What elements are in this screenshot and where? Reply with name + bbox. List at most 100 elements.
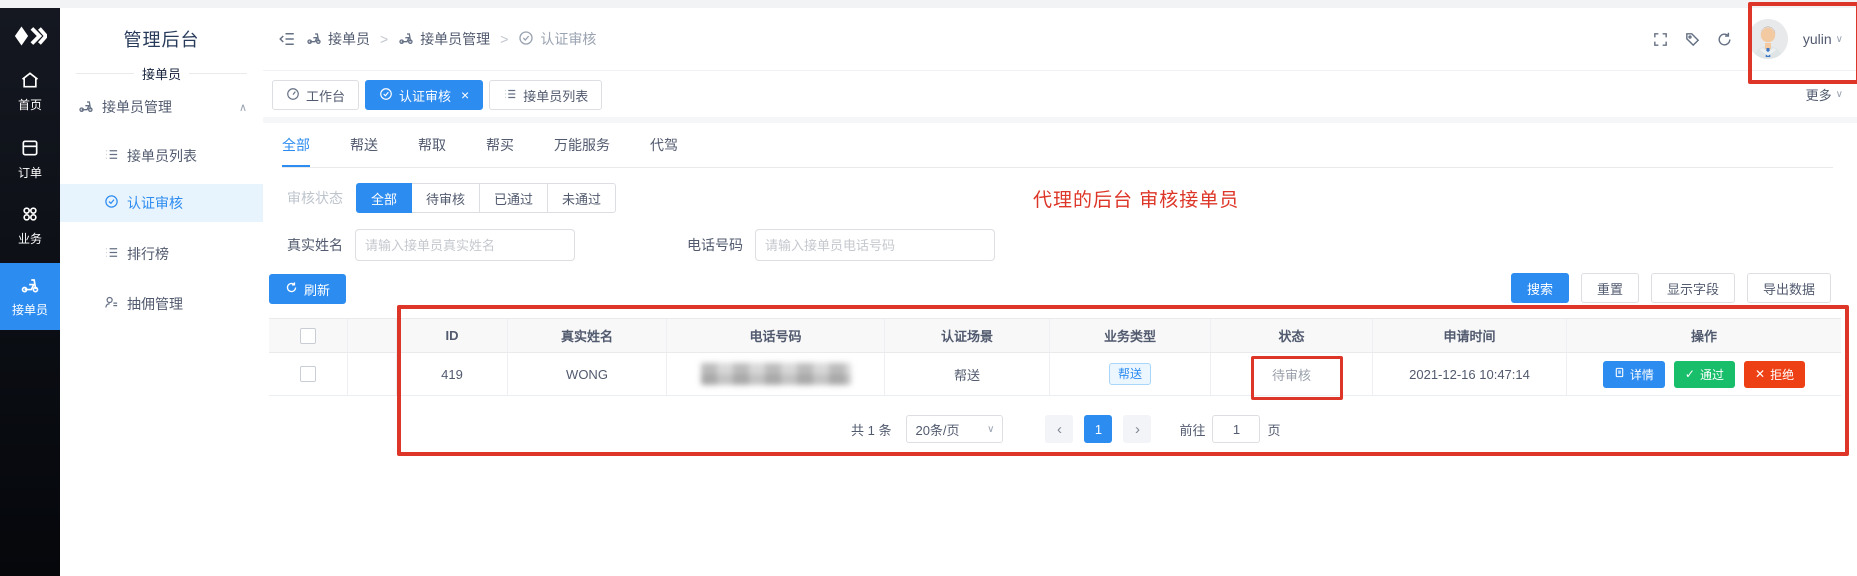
- expand-cell: [348, 319, 397, 352]
- status-option-pending[interactable]: 待审核: [411, 183, 480, 213]
- row-select-cell: [269, 353, 348, 395]
- sidebar-item-label: 抽佣管理: [127, 294, 183, 314]
- tag-icon[interactable]: [1684, 31, 1701, 48]
- col-id: ID: [397, 319, 508, 352]
- sidebar-item-cert-review[interactable]: 认证审核: [60, 184, 263, 222]
- cell-biz-type: 帮送: [1050, 353, 1211, 395]
- list-icon: [104, 147, 127, 165]
- nav-item-label: 首页: [18, 96, 42, 113]
- sidebar-item-commission[interactable]: 抽佣管理: [60, 286, 263, 322]
- row-actions: 详情 ✓ 通过 ✕ 拒绝: [1603, 361, 1805, 388]
- chevron-up-icon[interactable]: ∧: [239, 101, 247, 114]
- approve-button[interactable]: ✓ 通过: [1674, 361, 1735, 388]
- sidebar-item-courier-list[interactable]: 接单员列表: [60, 138, 263, 174]
- search-button[interactable]: 搜索: [1511, 273, 1569, 303]
- breadcrumb-label: 认证审核: [540, 29, 596, 49]
- courier-icon: [20, 275, 40, 298]
- nav-item-courier[interactable]: 接单员: [0, 263, 60, 330]
- status-option-approved[interactable]: 已通过: [479, 183, 548, 213]
- tab-workbench[interactable]: 工作台: [272, 80, 359, 110]
- divider: [76, 73, 134, 74]
- tab-cert-review[interactable]: 认证审核 ×: [365, 80, 483, 110]
- collapse-sidebar-icon[interactable]: [278, 30, 296, 48]
- review-status-filter: 审核状态 全部 待审核 已通过 未通过: [287, 183, 616, 213]
- sidebar-section: 接单员: [76, 64, 247, 83]
- service-tab-buy[interactable]: 帮买: [486, 135, 514, 167]
- breadcrumb-item-cert-review: 认证审核: [518, 29, 596, 49]
- close-icon[interactable]: ×: [461, 87, 469, 103]
- username: yulin: [1803, 31, 1832, 47]
- detail-label: 详情: [1630, 366, 1654, 383]
- show-fields-button[interactable]: 显示字段: [1651, 273, 1735, 303]
- user-menu[interactable]: yulin ∨: [1803, 31, 1843, 47]
- service-tab-delivery[interactable]: 帮送: [350, 135, 378, 167]
- sidebar-item-label: 排行榜: [127, 244, 169, 264]
- service-tab-pickup[interactable]: 帮取: [418, 135, 446, 167]
- list-icon: [503, 87, 517, 104]
- scooter-icon: [78, 98, 102, 117]
- secondary-sidebar: 管理后台 接单员 接单员管理 ∧ 接单员列表 认证审核: [60, 8, 264, 576]
- nav-item-home[interactable]: 首页: [0, 70, 60, 113]
- next-page-button[interactable]: ›: [1123, 415, 1151, 443]
- col-status: 状态: [1211, 319, 1373, 352]
- breadcrumb-label: 接单员管理: [420, 29, 490, 49]
- tab-label: 工作台: [306, 86, 345, 105]
- divider: [189, 73, 247, 74]
- nav-item-business[interactable]: 业务: [0, 204, 60, 247]
- user-avatar[interactable]: [1748, 19, 1788, 59]
- page-size-value: 20条/页: [915, 420, 959, 439]
- approve-label: 通过: [1700, 366, 1724, 383]
- search-fields: 真实姓名 电话号码: [287, 229, 995, 261]
- prev-page-button[interactable]: ‹: [1045, 415, 1073, 443]
- chevron-down-icon: ∨: [987, 424, 994, 435]
- nav-item-label: 业务: [18, 230, 42, 247]
- status-option-rejected[interactable]: 未通过: [547, 183, 616, 213]
- service-tab-universal[interactable]: 万能服务: [554, 135, 610, 167]
- status-badge: 待审核: [1272, 365, 1311, 384]
- service-tab-all[interactable]: 全部: [282, 135, 310, 167]
- reset-button[interactable]: 重置: [1581, 273, 1639, 303]
- check-icon: ✓: [1685, 367, 1695, 381]
- phone-input[interactable]: [755, 229, 995, 261]
- business-icon: [20, 204, 40, 227]
- refresh-button[interactable]: 刷新: [269, 274, 346, 304]
- col-biz-type: 业务类型: [1050, 319, 1211, 352]
- sidebar-item-label: 认证审核: [127, 193, 183, 213]
- reject-button[interactable]: ✕ 拒绝: [1744, 361, 1805, 388]
- primary-nav-rail: 首页 订单 业务 接单员: [0, 8, 60, 576]
- document-icon: [1614, 367, 1625, 381]
- tab-courier-list[interactable]: 接单员列表: [489, 80, 602, 110]
- service-tab-driving[interactable]: 代驾: [650, 135, 678, 167]
- select-all-checkbox[interactable]: [300, 328, 316, 344]
- breadcrumb-item-courier-management[interactable]: 接单员管理: [398, 29, 490, 49]
- page-size-select[interactable]: 20条/页 ∨: [906, 415, 1003, 443]
- export-data-button[interactable]: 导出数据: [1747, 273, 1831, 303]
- list-icon: [104, 245, 127, 263]
- cell-id: 419: [397, 353, 508, 395]
- real-name-input[interactable]: [355, 229, 575, 261]
- phone-label: 电话号码: [687, 235, 747, 255]
- sidebar-section-label: 接单员: [142, 64, 181, 83]
- detail-button[interactable]: 详情: [1603, 361, 1665, 388]
- status-option-all[interactable]: 全部: [356, 183, 412, 213]
- row-checkbox[interactable]: [300, 366, 316, 382]
- more-menu[interactable]: 更多 ∨: [1806, 85, 1843, 104]
- refresh-icon[interactable]: [1716, 31, 1733, 48]
- sidebar-group-courier-management[interactable]: 接单员管理 ∧: [60, 89, 263, 125]
- check-circle-icon: [518, 30, 534, 49]
- breadcrumb-item-courier[interactable]: 接单员: [306, 29, 370, 49]
- goto-page-input[interactable]: [1212, 415, 1260, 443]
- page-1-button[interactable]: 1: [1084, 415, 1112, 443]
- sidebar-group-label: 接单员管理: [102, 97, 172, 117]
- cell-phone: [667, 353, 885, 395]
- cell-apply-time: 2021-12-16 10:47:14: [1373, 353, 1567, 395]
- breadcrumb: 接单员 > 接单员管理 > 认证审核: [278, 8, 596, 70]
- cell-actions: 详情 ✓ 通过 ✕ 拒绝: [1567, 353, 1841, 395]
- sidebar-item-ranking[interactable]: 排行榜: [60, 236, 263, 272]
- nav-item-orders[interactable]: 订单: [0, 138, 60, 181]
- breadcrumb-separator: >: [380, 31, 388, 47]
- scooter-icon: [398, 30, 414, 49]
- col-apply-time: 申请时间: [1373, 319, 1567, 352]
- select-all-cell: [269, 319, 348, 352]
- fullscreen-icon[interactable]: [1652, 31, 1669, 48]
